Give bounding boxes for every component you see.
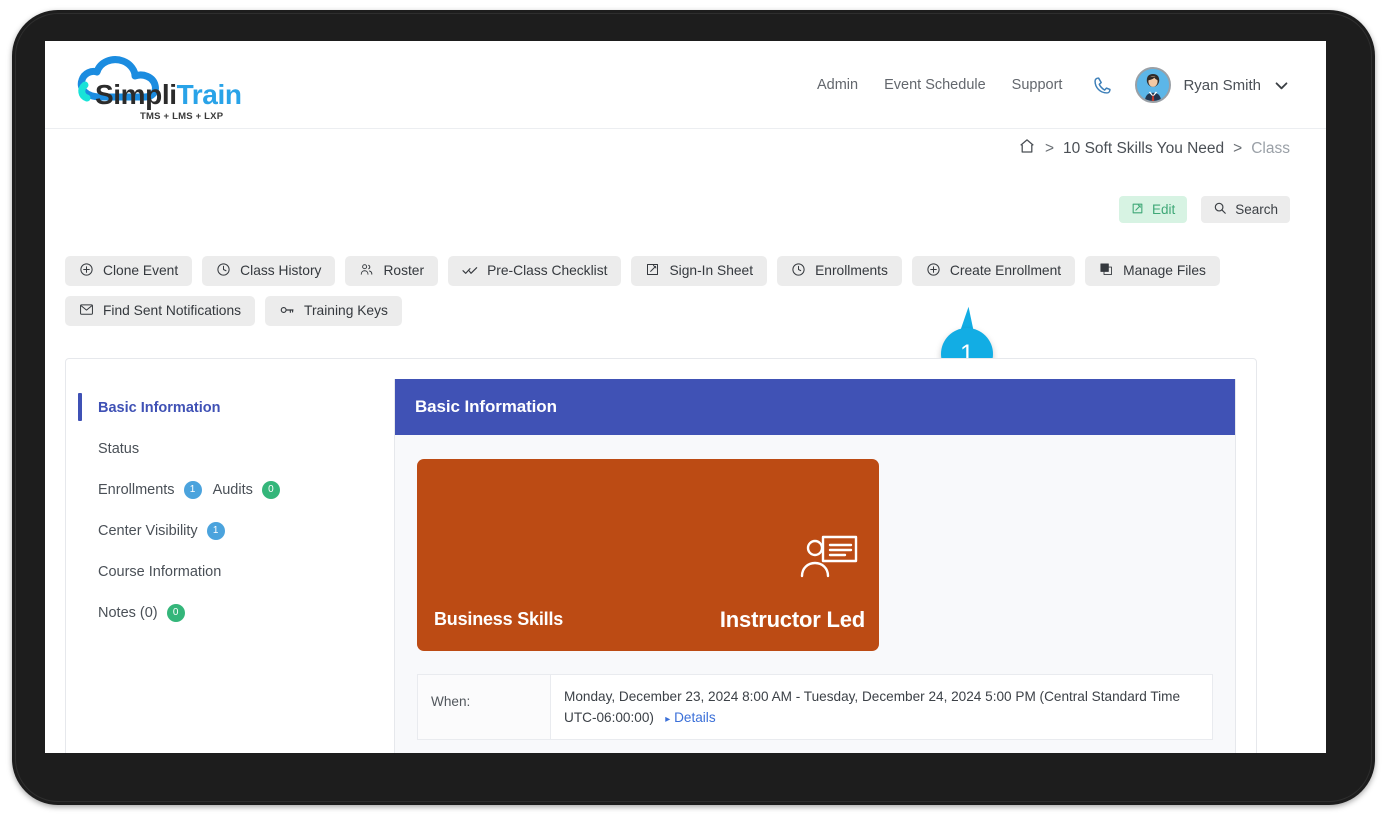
when-value: Monday, December 23, 2024 8:00 AM - Tues… <box>564 689 1180 725</box>
header-nav: Admin Event Schedule Support <box>791 41 1290 129</box>
edit-button[interactable]: Edit <box>1119 196 1187 223</box>
nav-admin[interactable]: Admin <box>817 77 858 93</box>
event-details-table: When: Monday, December 23, 2024 8:00 AM … <box>417 674 1213 740</box>
when-label: When: <box>418 675 551 740</box>
sidebar-item-label: Basic Information <box>98 400 220 416</box>
pre-class-checklist-button[interactable]: Pre-Class Checklist <box>448 256 621 286</box>
course-category-label: Business Skills <box>434 609 563 630</box>
browser-viewport: SimpliTrain TMS + LMS + LXP Admin Event … <box>45 41 1326 753</box>
when-value-cell: Monday, December 23, 2024 8:00 AM - Tues… <box>551 675 1213 740</box>
chevron-down-icon[interactable] <box>1273 77 1290 94</box>
details-arrow-icon: ▸ <box>665 714 670 725</box>
class-history-label: Class History <box>240 264 321 278</box>
toolbar: Clone Event Class History Roster <box>65 256 1265 326</box>
panel-body: Business Skills Instructor Led When: Mon… <box>395 435 1235 740</box>
site-header: SimpliTrain TMS + LMS + LXP Admin Event … <box>45 41 1326 129</box>
class-history-button[interactable]: Class History <box>202 256 335 286</box>
content-card: Basic Information Status Enrollments 1 A… <box>65 358 1257 753</box>
notes-count-badge: 0 <box>167 604 185 622</box>
history-clock-icon <box>216 262 231 280</box>
course-banner-card: Business Skills Instructor Led <box>417 459 879 651</box>
breadcrumb-separator-1: > <box>1045 140 1054 158</box>
table-row: When: Monday, December 23, 2024 8:00 AM … <box>418 675 1213 740</box>
edit-button-label: Edit <box>1152 203 1175 217</box>
envelope-icon <box>79 302 94 320</box>
edit-square-icon <box>1131 202 1144 218</box>
roster-label: Roster <box>383 264 424 278</box>
sidebar-item-basic-information[interactable]: Basic Information <box>66 387 394 428</box>
logo-word-simpli: Simpli <box>95 79 177 110</box>
find-sent-notifications-label: Find Sent Notifications <box>103 304 241 318</box>
sidebar-item-label: Center Visibility <box>98 523 198 539</box>
sidebar-item-course-information[interactable]: Course Information <box>66 551 394 592</box>
search-button[interactable]: Search <box>1201 196 1290 223</box>
edit-square-icon <box>645 262 660 280</box>
sidebar-item-enrollments[interactable]: Enrollments 1 Audits 0 <box>66 469 394 510</box>
sidebar-item-audits-label[interactable]: Audits <box>213 482 253 498</box>
sidebar-item-label: Course Information <box>98 564 221 580</box>
nav-event-schedule[interactable]: Event Schedule <box>884 77 986 93</box>
center-visibility-count-badge: 1 <box>207 522 225 540</box>
sidebar-item-center-visibility[interactable]: Center Visibility 1 <box>66 510 394 551</box>
enrollments-label: Enrollments <box>815 264 888 278</box>
avatar-image <box>1137 69 1169 101</box>
sign-in-sheet-button[interactable]: Sign-In Sheet <box>631 256 767 286</box>
sidebar-item-status[interactable]: Status <box>66 428 394 469</box>
double-check-icon <box>462 262 478 281</box>
clone-event-button[interactable]: Clone Event <box>65 256 192 286</box>
instructor-led-icon <box>797 534 859 589</box>
search-icon <box>1213 201 1227 218</box>
search-button-label: Search <box>1235 203 1278 217</box>
manage-files-label: Manage Files <box>1123 264 1206 278</box>
side-nav: Basic Information Status Enrollments 1 A… <box>66 359 394 753</box>
course-delivery-label: Instructor Led <box>720 607 865 633</box>
enrollments-button[interactable]: Enrollments <box>777 256 902 286</box>
avatar[interactable] <box>1135 67 1171 103</box>
breadcrumb-separator-2: > <box>1233 140 1242 158</box>
copy-files-icon <box>1099 262 1114 280</box>
when-details-link[interactable]: ▸ Details <box>658 710 716 725</box>
enrollments-count-badge: 1 <box>184 481 202 499</box>
basic-information-panel: Basic Information <box>394 379 1236 753</box>
logo-tagline: TMS + LMS + LXP <box>140 111 223 122</box>
clock-circle-icon <box>791 262 806 280</box>
nav-support[interactable]: Support <box>1012 77 1063 93</box>
breadcrumb-parent[interactable]: 10 Soft Skills You Need <box>1063 140 1224 158</box>
plus-circle-icon <box>926 262 941 280</box>
clone-event-label: Clone Event <box>103 264 178 278</box>
sidebar-item-notes[interactable]: Notes (0) 0 <box>66 592 394 633</box>
action-row: Edit Search <box>1119 196 1290 223</box>
simplitrain-logo[interactable]: SimpliTrain TMS + LMS + LXP <box>67 55 307 117</box>
pre-class-checklist-label: Pre-Class Checklist <box>487 264 607 278</box>
sign-in-sheet-label: Sign-In Sheet <box>669 264 753 278</box>
logo-wordmark: SimpliTrain <box>95 81 242 109</box>
breadcrumb-current: Class <box>1251 140 1290 158</box>
home-icon[interactable] <box>1018 137 1036 160</box>
find-sent-notifications-button[interactable]: Find Sent Notifications <box>65 296 255 326</box>
sidebar-item-label: Enrollments <box>98 482 175 498</box>
panel-title: Basic Information <box>395 379 1235 435</box>
roster-button[interactable]: Roster <box>345 256 438 286</box>
plus-circle-icon <box>79 262 94 280</box>
logo-word-train: Train <box>177 79 242 110</box>
training-keys-button[interactable]: Training Keys <box>265 296 402 326</box>
breadcrumb: > 10 Soft Skills You Need > Class <box>1018 137 1290 160</box>
training-keys-label: Training Keys <box>304 304 388 318</box>
device-bezel: SimpliTrain TMS + LMS + LXP Admin Event … <box>12 10 1375 805</box>
sidebar-item-label: Status <box>98 441 139 457</box>
sidebar-item-label: Notes (0) <box>98 605 158 621</box>
create-enrollment-label: Create Enrollment <box>950 264 1061 278</box>
audits-count-badge: 0 <box>262 481 280 499</box>
people-icon <box>359 262 374 280</box>
key-icon <box>279 302 295 321</box>
phone-icon[interactable] <box>1092 75 1113 96</box>
manage-files-button[interactable]: Manage Files <box>1085 256 1220 286</box>
user-name[interactable]: Ryan Smith <box>1183 77 1261 94</box>
details-link-label: Details <box>674 710 716 725</box>
create-enrollment-button[interactable]: Create Enrollment <box>912 256 1075 286</box>
